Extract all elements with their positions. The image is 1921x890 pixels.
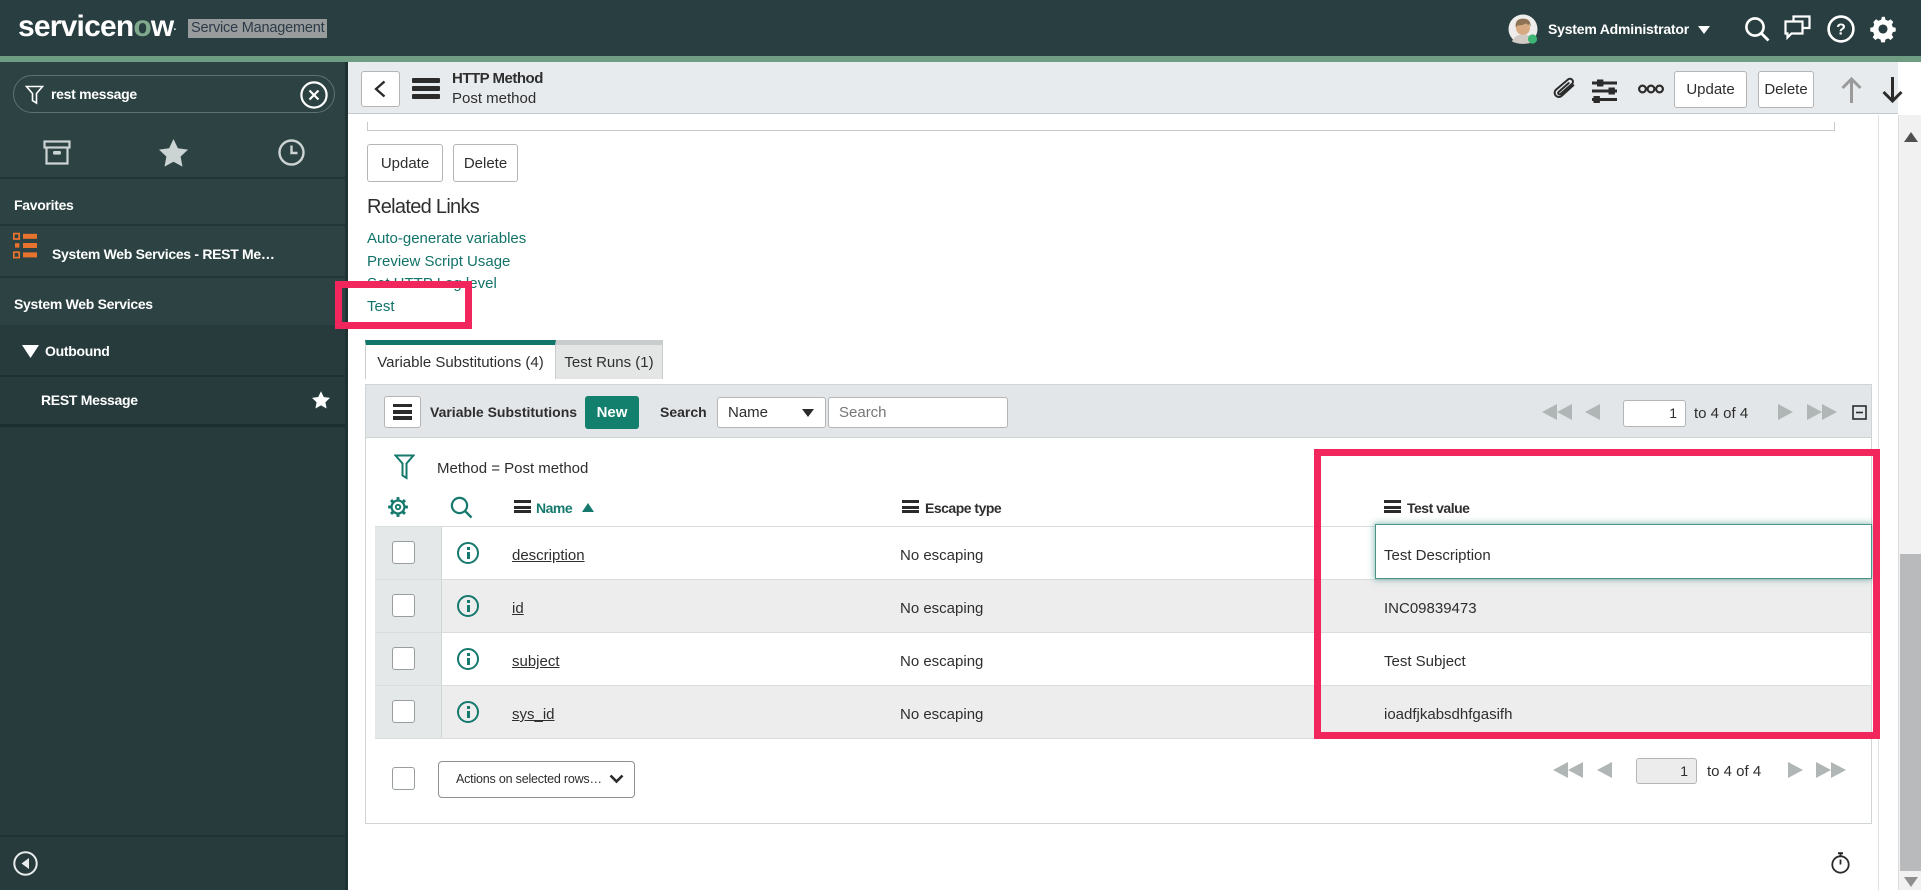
svg-text:?: ?: [1836, 22, 1846, 39]
